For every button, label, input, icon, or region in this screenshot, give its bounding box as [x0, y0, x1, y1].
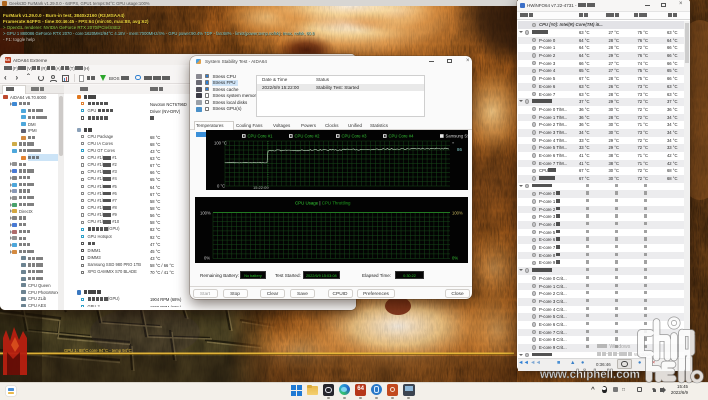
svg-text:0 °C: 0 °C	[217, 184, 225, 189]
svg-text:CPU Core #1: CPU Core #1	[248, 134, 274, 139]
svg-text:0%: 0%	[452, 255, 458, 260]
svg-text:0%: 0%	[204, 255, 210, 260]
svg-text:CPU Core #2: CPU Core #2	[295, 134, 321, 139]
svg-text:CPU Core #4: CPU Core #4	[389, 134, 415, 139]
svg-text:CPU Usage | CPU Throttling: CPU Usage | CPU Throttling	[295, 200, 351, 205]
svg-text:CPU Core #3: CPU Core #3	[342, 134, 368, 139]
svg-text:15:22:09: 15:22:09	[253, 185, 269, 190]
svg-text:100 °C: 100 °C	[214, 141, 227, 146]
svg-text:100%: 100%	[452, 210, 463, 215]
svg-text:www.chiphell.com: www.chiphell.com	[539, 369, 640, 381]
svg-text:86: 86	[457, 147, 462, 152]
svg-text:100%: 100%	[200, 210, 211, 215]
svg-text:Samsung SSD 980 PRO 1TB: Samsung SSD 980 PRO 1TB	[446, 134, 469, 139]
